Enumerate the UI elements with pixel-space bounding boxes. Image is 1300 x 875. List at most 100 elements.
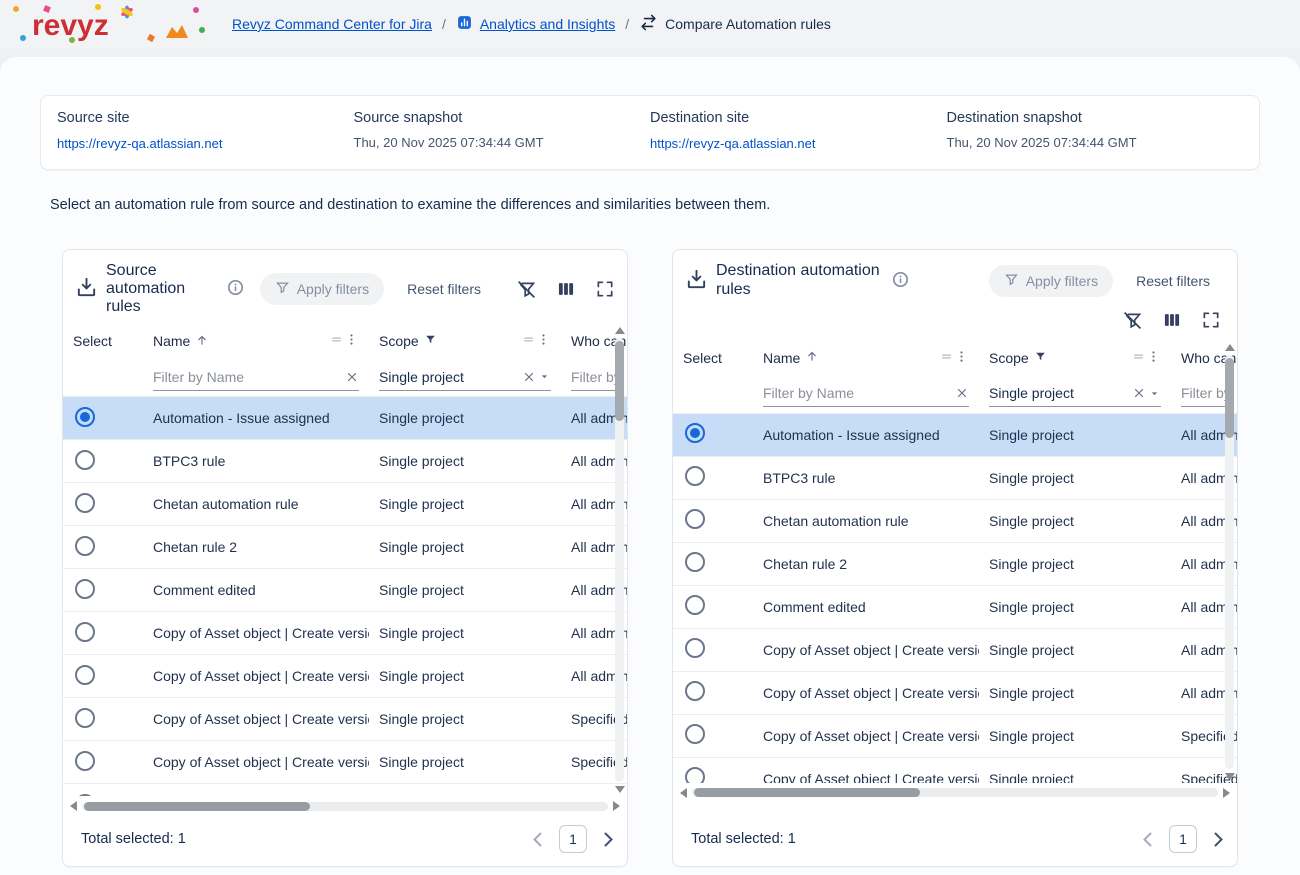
column-header-name[interactable]: Name	[753, 349, 979, 367]
apply-filters-button[interactable]: Apply filters	[259, 273, 385, 305]
vertical-scroll-thumb[interactable]	[615, 341, 624, 421]
vertical-scrollbar[interactable]	[614, 327, 625, 793]
destination-site-link[interactable]: https://revyz-qa.atlassian.net	[650, 136, 815, 151]
table-row[interactable]: Chetan rule 2 Single project All admins	[63, 526, 627, 569]
table-row[interactable]: Copy of Asset object | Create version Si…	[673, 629, 1237, 672]
who-filter-input[interactable]	[1181, 385, 1227, 402]
column-header-scope[interactable]: Scope	[369, 332, 561, 350]
row-radio[interactable]	[75, 535, 95, 556]
row-radio[interactable]	[685, 767, 705, 783]
sort-ascending-icon[interactable]	[805, 349, 819, 366]
scroll-left-arrow[interactable]	[680, 787, 687, 798]
previous-page-icon[interactable]	[533, 832, 542, 847]
row-radio[interactable]	[75, 492, 95, 513]
disable-filters-icon[interactable]	[1122, 310, 1143, 331]
revyz-logo[interactable]: revyz	[6, 2, 206, 46]
row-radio[interactable]	[685, 466, 705, 487]
vertical-scrollbar[interactable]	[1224, 343, 1235, 780]
manage-columns-icon[interactable]	[556, 279, 576, 299]
breadcrumb-link-analytics[interactable]: Analytics and Insights	[480, 16, 615, 32]
scroll-right-arrow[interactable]	[613, 801, 620, 811]
scope-filter-value[interactable]: Single project	[379, 369, 520, 385]
row-radio[interactable]	[75, 793, 95, 796]
row-radio[interactable]	[75, 750, 95, 771]
row-radio[interactable]	[75, 449, 95, 470]
column-menu-icon[interactable]	[536, 332, 551, 350]
horizontal-scroll-track[interactable]	[692, 788, 1218, 798]
horizontal-scroll-thumb[interactable]	[84, 801, 311, 811]
table-row[interactable]: Chetan automation rule Single project Al…	[673, 500, 1237, 543]
table-row[interactable]: BTPC3 rule Single project All admins	[63, 440, 627, 483]
table-row[interactable]: Copy of Asset object | Create version Si…	[63, 655, 627, 698]
previous-page-icon[interactable]	[1143, 832, 1152, 847]
clear-scope-filter-icon[interactable]	[522, 370, 536, 384]
scroll-down-arrow[interactable]	[1224, 772, 1235, 780]
column-header-name[interactable]: Name	[143, 332, 369, 350]
row-radio[interactable]	[685, 552, 705, 573]
horizontal-scrollbar[interactable]	[673, 786, 1237, 800]
row-radio[interactable]	[685, 423, 705, 444]
table-row[interactable]: Copy of Asset object | Create version Si…	[673, 758, 1237, 783]
scroll-up-arrow[interactable]	[1224, 343, 1235, 351]
who-filter-input[interactable]	[571, 368, 617, 385]
table-row[interactable]: Copy of Asset object | Create version Si…	[63, 784, 627, 796]
scroll-down-arrow[interactable]	[614, 786, 625, 793]
sort-ascending-icon[interactable]	[195, 333, 209, 350]
name-filter-input[interactable]	[153, 368, 343, 385]
name-filter-input[interactable]	[763, 385, 953, 402]
scroll-right-arrow[interactable]	[1223, 787, 1230, 798]
scope-filter-value[interactable]: Single project	[989, 385, 1130, 401]
row-radio[interactable]	[75, 664, 95, 685]
vertical-scroll-thumb[interactable]	[1225, 357, 1234, 438]
column-separator-icon[interactable]	[522, 333, 535, 349]
row-radio[interactable]	[75, 621, 95, 642]
row-radio[interactable]	[75, 707, 95, 728]
horizontal-scroll-track[interactable]	[82, 801, 608, 811]
column-separator-icon[interactable]	[330, 333, 343, 349]
column-menu-icon[interactable]	[344, 332, 359, 350]
reset-filters-button[interactable]: Reset filters	[1121, 265, 1225, 297]
table-row[interactable]: Chetan rule 2 Single project All admins	[673, 543, 1237, 586]
breadcrumb-link-command-center[interactable]: Revyz Command Center for Jira	[232, 16, 432, 32]
scroll-left-arrow[interactable]	[70, 801, 77, 811]
table-row[interactable]: Chetan automation rule Single project Al…	[63, 483, 627, 526]
row-radio[interactable]	[685, 681, 705, 702]
scope-dropdown-caret-icon[interactable]	[1148, 387, 1161, 400]
table-row[interactable]: BTPC3 rule Single project All admins	[673, 457, 1237, 500]
table-row[interactable]: Copy of Asset object | Create version Si…	[63, 612, 627, 655]
table-row[interactable]: Comment edited Single project All admins	[63, 569, 627, 612]
fullscreen-icon[interactable]	[595, 279, 615, 299]
reset-filters-button[interactable]: Reset filters	[392, 273, 496, 305]
source-site-link[interactable]: https://revyz-qa.atlassian.net	[57, 136, 222, 151]
row-radio[interactable]	[685, 638, 705, 659]
row-radio[interactable]	[75, 406, 95, 427]
row-radio[interactable]	[685, 509, 705, 530]
table-row[interactable]: Copy of Asset object | Create version Si…	[63, 741, 627, 784]
column-separator-icon[interactable]	[1132, 350, 1145, 366]
apply-filters-button[interactable]: Apply filters	[988, 264, 1114, 297]
scope-dropdown-caret-icon[interactable]	[538, 370, 551, 383]
clear-name-filter-icon[interactable]	[955, 386, 969, 400]
scroll-up-arrow[interactable]	[614, 327, 625, 334]
row-radio[interactable]	[75, 578, 95, 599]
table-row[interactable]: Copy of Asset object | Create version Si…	[673, 715, 1237, 758]
next-page-icon[interactable]	[604, 832, 613, 847]
column-menu-icon[interactable]	[1146, 349, 1161, 367]
row-radio[interactable]	[685, 595, 705, 616]
vertical-scroll-track[interactable]	[1225, 354, 1234, 769]
vertical-scroll-track[interactable]	[615, 338, 624, 782]
fullscreen-icon[interactable]	[1201, 310, 1221, 330]
column-separator-icon[interactable]	[940, 350, 953, 366]
info-icon[interactable]	[892, 271, 909, 291]
horizontal-scrollbar[interactable]	[63, 799, 627, 813]
manage-columns-icon[interactable]	[1162, 310, 1182, 330]
table-row[interactable]: Copy of Asset object | Create version Si…	[673, 672, 1237, 715]
horizontal-scroll-thumb[interactable]	[694, 788, 921, 798]
table-row[interactable]: Copy of Asset object | Create version Si…	[63, 698, 627, 741]
table-row[interactable]: Automation - Issue assigned Single proje…	[673, 413, 1237, 457]
table-row[interactable]: Comment edited Single project All admins	[673, 586, 1237, 629]
column-header-scope[interactable]: Scope	[979, 349, 1171, 367]
active-filter-icon[interactable]	[1034, 350, 1047, 366]
clear-scope-filter-icon[interactable]	[1132, 386, 1146, 400]
info-icon[interactable]	[227, 279, 244, 299]
